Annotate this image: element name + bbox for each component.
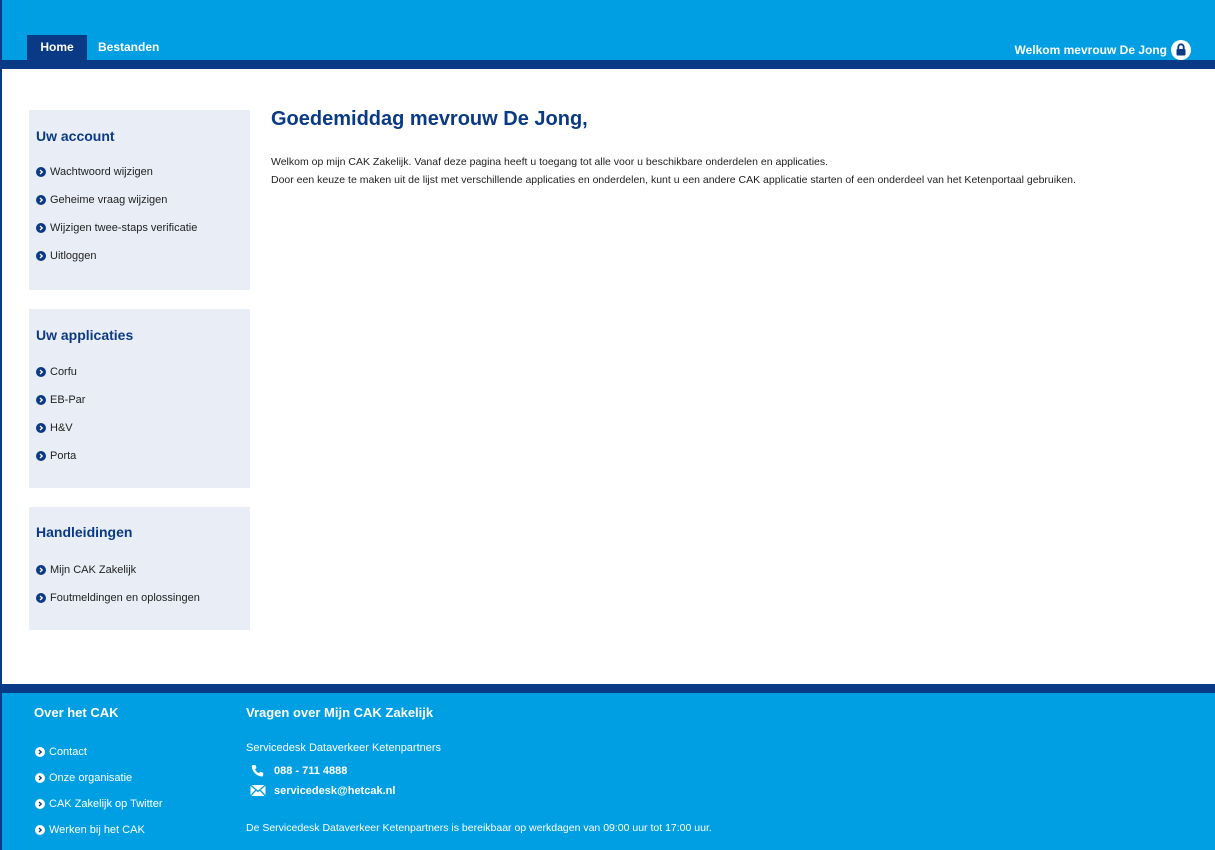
sidebar-apps-panel: Uw applicaties Corfu EB-Par H&V Porta: [29, 309, 250, 488]
chevron-right-circle-icon: [35, 799, 45, 809]
sidebar-item-twee-staps-verificatie[interactable]: Wijzigen twee-staps verificatie: [36, 214, 197, 242]
sidebar-apps-title: Uw applicaties: [36, 327, 134, 343]
footer-link-onze-organisatie[interactable]: Onze organisatie: [35, 765, 163, 791]
chevron-right-circle-icon: [36, 423, 46, 433]
footer-link-label: CAK Zakelijk op Twitter: [49, 798, 163, 810]
sidebar-item-eb-par[interactable]: EB-Par: [36, 386, 85, 414]
sidebar-item-label: Wachtwoord wijzigen: [50, 166, 153, 178]
sidebar-account-panel: Uw account Wachtwoord wijzigen Geheime v…: [29, 110, 250, 290]
header-stripe: [2, 60, 1215, 69]
footer-about-links: Contact Onze organisatie CAK Zakelijk op…: [35, 739, 163, 843]
chevron-right-circle-icon: [36, 195, 46, 205]
sidebar-item-label: Geheime vraag wijzigen: [50, 194, 168, 206]
chevron-right-circle-icon: [36, 593, 46, 603]
chevron-right-circle-icon: [35, 825, 45, 835]
sidebar-item-label: H&V: [50, 422, 73, 434]
tab-home[interactable]: Home: [27, 35, 87, 60]
sidebar-account-title: Uw account: [36, 128, 115, 144]
servicedesk-name: Servicedesk Dataverkeer Ketenpartners: [246, 742, 442, 754]
footer-link-werken-bij[interactable]: Werken bij het CAK: [35, 817, 163, 843]
sidebar-item-label: Mijn CAK Zakelijk: [50, 564, 137, 576]
sidebar-item-wachtwoord-wijzigen[interactable]: Wachtwoord wijzigen: [36, 158, 197, 186]
footer-link-label: Onze organisatie: [49, 772, 133, 784]
top-bar: Home Bestanden Welkom mevrouw De Jong: [2, 0, 1215, 60]
intro-line: Welkom op mijn CAK Zakelijk. Vanaf deze …: [271, 156, 829, 168]
mail-icon: [250, 784, 266, 797]
footer-link-contact[interactable]: Contact: [35, 739, 163, 765]
sidebar-item-foutmeldingen[interactable]: Foutmeldingen en oplossingen: [36, 584, 200, 612]
sidebar-manuals-panel: Handleidingen Mijn CAK Zakelijk Foutmeld…: [29, 507, 250, 630]
chevron-right-circle-icon: [36, 251, 46, 261]
lock-icon[interactable]: [1171, 40, 1191, 60]
footer-stripe: [2, 684, 1215, 693]
sidebar-item-mijn-cak-zakelijk[interactable]: Mijn CAK Zakelijk: [36, 556, 200, 584]
footer: Over het CAK Contact Onze organisatie CA…: [2, 693, 1215, 850]
welcome-message: Welkom mevrouw De Jong: [1014, 43, 1167, 57]
chevron-right-circle-icon: [36, 451, 46, 461]
sidebar-apps-list: Corfu EB-Par H&V Porta: [36, 358, 85, 470]
sidebar-item-label: Wijzigen twee-staps verificatie: [50, 222, 198, 234]
email-address: servicedesk@hetcak.nl: [274, 784, 396, 797]
chevron-right-circle-icon: [36, 395, 46, 405]
chevron-right-circle-icon: [35, 747, 45, 757]
servicedesk-email[interactable]: servicedesk@hetcak.nl: [250, 784, 395, 797]
footer-link-label: Werken bij het CAK: [49, 824, 145, 836]
sidebar-item-label: Corfu: [50, 366, 77, 378]
sidebar-manuals-list: Mijn CAK Zakelijk Foutmeldingen en oplos…: [36, 556, 200, 612]
footer-link-label: Contact: [49, 746, 87, 758]
sidebar-item-geheime-vraag-wijzigen[interactable]: Geheime vraag wijzigen: [36, 186, 197, 214]
footer-link-twitter[interactable]: CAK Zakelijk op Twitter: [35, 791, 163, 817]
sidebar-item-label: Uitloggen: [50, 250, 97, 262]
sidebar-manuals-title: Handleidingen: [36, 524, 133, 540]
sidebar-item-label: Porta: [50, 450, 77, 462]
tab-bestanden[interactable]: Bestanden: [98, 35, 159, 60]
chevron-right-circle-icon: [36, 167, 46, 177]
sidebar-item-h-v[interactable]: H&V: [36, 414, 85, 442]
phone-number: 088 - 711 4888: [274, 765, 348, 777]
chevron-right-circle-icon: [36, 223, 46, 233]
sidebar-item-label: EB-Par: [50, 394, 86, 406]
chevron-right-circle-icon: [36, 367, 46, 377]
servicedesk-hours: De Servicedesk Dataverkeer Ketenpartners…: [246, 822, 712, 834]
page-title: Goedemiddag mevrouw De Jong,: [271, 108, 588, 130]
sidebar-item-label: Foutmeldingen en oplossingen: [50, 592, 200, 604]
intro-line: Door een keuze te maken uit de lijst met…: [271, 174, 1076, 186]
sidebar-item-corfu[interactable]: Corfu: [36, 358, 85, 386]
footer-questions-title: Vragen over Mijn CAK Zakelijk: [246, 705, 434, 720]
footer-about-title: Over het CAK: [34, 705, 119, 720]
chevron-right-circle-icon: [36, 565, 46, 575]
sidebar-account-list: Wachtwoord wijzigen Geheime vraag wijzig…: [36, 158, 197, 270]
intro-text: Welkom op mijn CAK Zakelijk. Vanaf deze …: [271, 153, 1191, 189]
phone-icon: [251, 765, 264, 777]
sidebar-item-uitloggen[interactable]: Uitloggen: [36, 242, 197, 270]
chevron-right-circle-icon: [35, 773, 45, 783]
servicedesk-phone[interactable]: 088 - 711 4888: [250, 764, 347, 778]
sidebar-item-porta[interactable]: Porta: [36, 442, 85, 470]
